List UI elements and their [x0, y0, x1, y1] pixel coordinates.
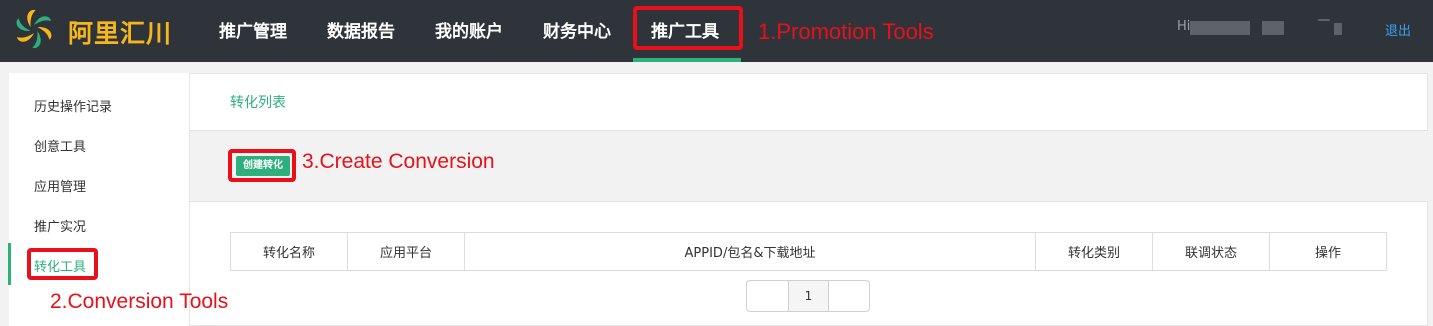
pinwheel-logo-icon [16, 9, 52, 49]
page-title: 转化列表 [230, 95, 286, 111]
pagination-next-button[interactable] [829, 281, 869, 311]
pagination-prev-button[interactable] [747, 281, 789, 311]
pagination-current-page[interactable]: 1 [789, 281, 829, 311]
annotation-promotion-tools: 1.Promotion Tools [758, 19, 934, 44]
brand-name: 阿里汇川 [68, 19, 173, 48]
sidebar-item-history[interactable]: 历史操作记录 [34, 96, 112, 115]
conversion-table: 转化名称 应用平台 APPID/包名&下载地址 转化类别 联调状态 操作 [230, 232, 1387, 271]
column-header-debug-status[interactable]: 联调状态 [1152, 232, 1270, 271]
nav-data-report[interactable]: 数据报告 [327, 17, 395, 42]
sidebar-active-indicator [8, 243, 11, 285]
redacted-username [1318, 19, 1330, 21]
column-header-appid-package[interactable]: APPID/包名&下载地址 [464, 232, 1036, 271]
nav-finance-center[interactable]: 财务中心 [543, 17, 611, 42]
nav-my-account[interactable]: 我的账户 [435, 17, 503, 42]
sidebar-item-app-management[interactable]: 应用管理 [34, 176, 86, 195]
sidebar-item-promotion-live[interactable]: 推广实况 [34, 216, 86, 235]
user-greeting: Hi [1177, 19, 1191, 34]
column-header-conversion-type[interactable]: 转化类别 [1035, 232, 1153, 271]
column-header-app-platform[interactable]: 应用平台 [347, 232, 465, 271]
pagination: 1 [746, 280, 870, 312]
logout-link[interactable]: 退出 [1385, 20, 1411, 39]
redacted-username [1190, 21, 1250, 35]
redacted-username [1334, 23, 1342, 35]
redacted-username [1262, 21, 1284, 35]
table-header-row: 转化名称 应用平台 APPID/包名&下载地址 转化类别 联调状态 操作 [230, 232, 1387, 271]
column-header-conversion-name[interactable]: 转化名称 [230, 232, 348, 271]
annotation-create-conversion: 3.Create Conversion [302, 150, 495, 173]
highlight-box-create-conversion [228, 149, 296, 182]
highlight-box-promotion-tools [633, 6, 743, 50]
nav-promotion-management[interactable]: 推广管理 [219, 17, 287, 42]
nav-active-indicator [633, 58, 741, 62]
highlight-box-conversion-tools [27, 248, 98, 280]
column-header-actions[interactable]: 操作 [1269, 232, 1387, 271]
sidebar-item-creative-tools[interactable]: 创意工具 [34, 136, 86, 155]
annotation-conversion-tools: 2.Conversion Tools [50, 290, 229, 313]
